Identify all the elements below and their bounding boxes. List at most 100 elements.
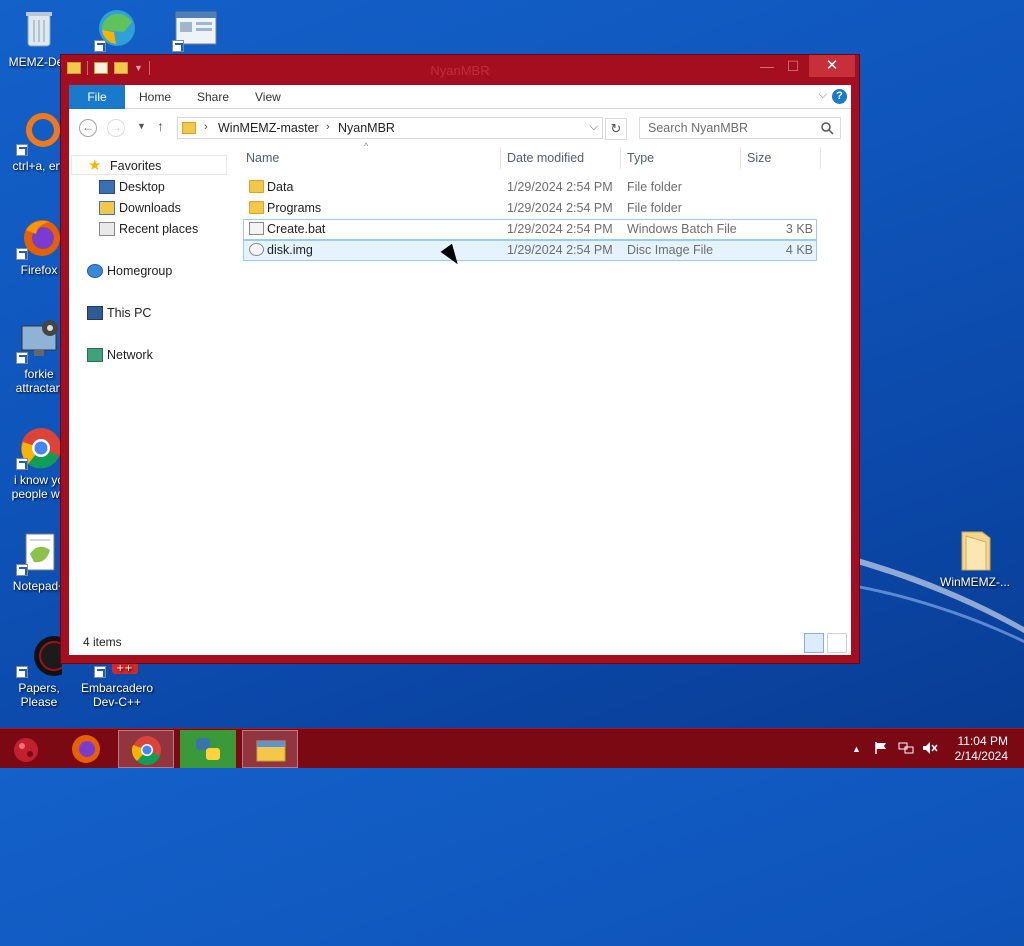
- file-name: disk.img: [267, 243, 313, 257]
- folder-icon: [182, 122, 196, 134]
- shortcut-arrow-icon: [16, 144, 28, 156]
- shortcut-arrow-icon: [16, 564, 28, 576]
- shortcut-arrow-icon: [16, 458, 28, 470]
- file-name: Programs: [267, 201, 322, 215]
- desktop-icon-edge[interactable]: [78, 6, 156, 55]
- disc-image-icon: [249, 243, 264, 256]
- breadcrumb-item[interactable]: NyanMBR: [338, 121, 395, 135]
- chrome-icon: [16, 424, 62, 470]
- sidebar-item-label: Desktop: [119, 180, 165, 194]
- sidebar-item-label: This PC: [107, 306, 152, 320]
- breadcrumb-separator-icon[interactable]: ›: [326, 121, 330, 133]
- file-type: File folder: [627, 180, 682, 194]
- column-divider[interactable]: [620, 147, 621, 169]
- show-hidden-icons-button[interactable]: ▲: [852, 744, 861, 754]
- file-row[interactable]: disk.img 1/29/2024 2:54 PM Disc Image Fi…: [243, 240, 817, 261]
- file-size: 4 KB: [785, 243, 813, 257]
- taskbar-file-explorer[interactable]: [242, 730, 298, 768]
- folder-icon: [249, 180, 264, 193]
- column-header-size[interactable]: Size: [747, 151, 771, 165]
- desktop-icon-label: Papers, Please: [18, 681, 60, 709]
- large-icons-view-button[interactable]: [827, 633, 847, 653]
- svg-text:++: ++: [116, 663, 133, 674]
- network-icon: [87, 348, 103, 362]
- file-row[interactable]: Create.bat 1/29/2024 2:54 PM Windows Bat…: [243, 219, 817, 240]
- maximize-button[interactable]: ☐: [779, 55, 807, 77]
- search-placeholder: Search NyanMBR: [648, 121, 749, 135]
- close-button[interactable]: ✕: [809, 55, 855, 77]
- taskbar: ▲ 11:04 PM 2/14/2024: [0, 728, 1024, 768]
- column-divider[interactable]: [740, 147, 741, 169]
- app-window-icon: [172, 6, 218, 52]
- file-row[interactable]: Programs 1/29/2024 2:54 PM File folder: [243, 198, 817, 219]
- sidebar-item-label: Downloads: [119, 201, 181, 215]
- recent-places-icon: [99, 222, 115, 236]
- volume-muted-icon[interactable]: [922, 741, 938, 758]
- sort-ascending-icon: ^: [364, 141, 369, 151]
- taskbar-chrome[interactable]: [118, 730, 174, 768]
- taskbar-clock[interactable]: 11:04 PM 2/14/2024: [955, 734, 1008, 764]
- shortcut-arrow-icon: [16, 666, 28, 678]
- recent-locations-chevron-icon[interactable]: ▼: [137, 121, 146, 131]
- back-button[interactable]: ←: [79, 119, 97, 137]
- file-name: Create.bat: [267, 222, 326, 236]
- file-date: 1/29/2024 2:54 PM: [507, 180, 613, 194]
- file-date: 1/29/2024 2:54 PM: [507, 201, 613, 215]
- computer-icon: [87, 306, 103, 320]
- file-type: Disc Image File: [627, 243, 714, 257]
- refresh-button[interactable]: ↻: [605, 118, 627, 140]
- column-divider[interactable]: [820, 147, 821, 169]
- ribbon-expand-icon[interactable]: ⌵: [819, 89, 827, 102]
- status-item-count: 4 items: [83, 635, 122, 649]
- details-view-button[interactable]: [804, 633, 824, 653]
- folder-icon: [249, 201, 264, 214]
- forward-button[interactable]: →: [107, 119, 125, 137]
- address-bar[interactable]: › WinMEMZ-master › NyanMBR ⌵: [177, 117, 603, 139]
- file-row[interactable]: Data 1/29/2024 2:54 PM File folder: [243, 177, 817, 198]
- column-header-name[interactable]: Name: [246, 151, 279, 165]
- explorer-window[interactable]: ▼ NyanMBR — ☐ ✕ File Home Share View ⌵ ?…: [60, 54, 860, 664]
- sidebar-item-favorites[interactable]: ★ Favorites: [71, 155, 227, 175]
- papers-please-icon: [16, 632, 74, 678]
- homegroup-icon: [87, 264, 103, 278]
- breadcrumb-item[interactable]: WinMEMZ-master: [218, 121, 319, 135]
- orange-ring-icon: [16, 110, 62, 156]
- sidebar-item-label: Recent places: [119, 222, 199, 236]
- sidebar-item-label: Homegroup: [107, 264, 173, 278]
- tab-share[interactable]: Share: [197, 85, 229, 109]
- start-button[interactable]: [0, 730, 56, 768]
- recycle-bin-icon: [16, 6, 62, 52]
- title-bar[interactable]: ▼ NyanMBR — ☐ ✕: [61, 55, 859, 85]
- desktop-icon-app-window[interactable]: [156, 6, 234, 55]
- downloads-icon: [99, 201, 115, 215]
- address-history-chevron-icon[interactable]: ⌵: [590, 121, 598, 134]
- taskbar-firefox[interactable]: [58, 730, 114, 768]
- edge-icon: [94, 6, 140, 52]
- firefox-icon: [16, 214, 62, 260]
- chrome-icon: [131, 736, 161, 766]
- breadcrumb-separator-icon[interactable]: ›: [204, 121, 208, 133]
- help-icon[interactable]: ?: [832, 89, 847, 104]
- column-header-type[interactable]: Type: [627, 151, 654, 165]
- file-explorer-icon: [256, 740, 286, 762]
- clock-date: 2/14/2024: [954, 749, 1008, 763]
- sidebar-item-label: Network: [107, 348, 153, 362]
- file-name: Data: [267, 180, 294, 194]
- desktop-icon-label: WinMEMZ-...: [940, 575, 1010, 589]
- network-icon[interactable]: [898, 741, 914, 758]
- tab-file[interactable]: File: [69, 85, 125, 109]
- desktop-icon-label: Embarcadero Dev-C++: [80, 681, 154, 709]
- taskbar-python[interactable]: [180, 730, 236, 768]
- desktop-icon-winmemz-folder[interactable]: WinMEMZ-...: [936, 526, 1014, 589]
- up-button[interactable]: ↑: [157, 118, 164, 134]
- tab-view[interactable]: View: [255, 85, 281, 109]
- navigation-pane: ★ Favorites Desktop Downloads Recent pla…: [69, 147, 239, 629]
- column-divider[interactable]: [500, 147, 501, 169]
- tab-home[interactable]: Home: [139, 85, 171, 109]
- search-input[interactable]: Search NyanMBR: [639, 117, 841, 139]
- view-switcher: [804, 633, 847, 653]
- column-header-date[interactable]: Date modified: [507, 151, 584, 165]
- flag-icon[interactable]: [874, 741, 888, 758]
- minimize-button[interactable]: —: [753, 55, 781, 77]
- star-icon: ★: [88, 157, 102, 174]
